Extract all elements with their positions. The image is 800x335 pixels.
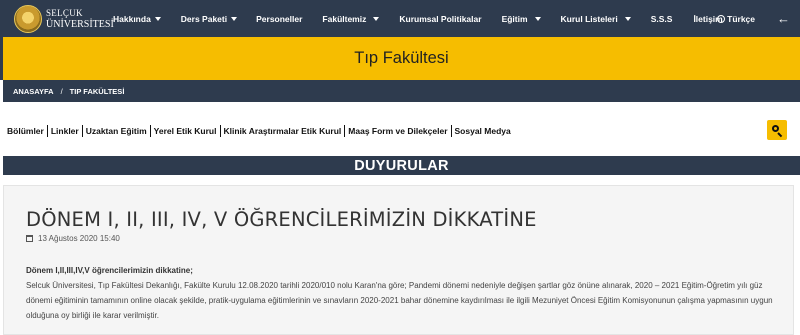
announcement-text: Selcuk Üniversitesi, Tıp Fakültesi Dekan… (26, 281, 773, 320)
quick-link-linkler[interactable]: Linkler (51, 126, 79, 136)
link-divider (219, 125, 221, 137)
search-icon (771, 124, 783, 137)
caret-down-icon (231, 16, 238, 21)
breadcrumb-current: TIP FAKÜLTESİ (69, 86, 125, 96)
link-divider (344, 125, 346, 137)
announcement-date-text: 13 Ağustos 2020 15:40 (38, 234, 120, 243)
caret-down-icon (624, 16, 631, 21)
nav-item-sss[interactable]: S.S.S (651, 0, 673, 37)
announcement-body: Dönem I,II,III,IV,V öğrencilerimizin dik… (26, 263, 778, 323)
link-divider (81, 125, 83, 137)
language-switch[interactable]: Türkçe (717, 14, 755, 24)
breadcrumb-home[interactable]: ANASAYFA (13, 87, 54, 96)
nav-item-hakkinda[interactable]: Hakkında (113, 0, 161, 37)
back-arrow-icon[interactable]: ← (777, 11, 790, 26)
link-divider (46, 125, 48, 137)
nav-item-label: Fakültemiz (322, 13, 367, 24)
caret-down-icon (154, 16, 161, 21)
top-navbar: SELÇUK ÜNİVERSİTESİ Hakkında Ders Paketi… (0, 0, 800, 37)
logo-line-1: SELÇUK (46, 7, 83, 18)
quick-link-klinik-arastirmalar[interactable]: Klinik Araştırmalar Etik Kurul (224, 126, 342, 136)
breadcrumb: ANASAYFA / TIP FAKÜLTESİ (3, 80, 800, 102)
nav-item-kurumsal-politikalar[interactable]: Kurumsal Politikalar (399, 0, 481, 37)
announcement-card: DÖNEM I, II, III, IV, V ÖĞRENCİLERİMİZİN… (3, 185, 794, 335)
page-header: Tıp Fakültesi (0, 37, 800, 80)
globe-icon (717, 14, 726, 23)
nav-item-label: Kurul Listeleri (560, 13, 618, 24)
university-logo[interactable]: SELÇUK ÜNİVERSİTESİ (0, 0, 114, 37)
nav-item-label: Personeller (256, 13, 303, 24)
language-label: Türkçe (727, 13, 755, 24)
nav-item-label: Eğitim (501, 13, 528, 24)
link-divider (450, 125, 452, 137)
announcement-lead: Dönem I,II,III,IV,V öğrencilerimizin dik… (26, 266, 193, 275)
announcement-date: 13 Ağustos 2020 15:40 (26, 234, 120, 243)
nav-item-label: Kurumsal Politikalar (399, 13, 482, 24)
page-title: Tıp Fakültesi (354, 49, 449, 67)
nav-item-ders-paketi[interactable]: Ders Paketi (180, 0, 238, 37)
nav-item-fakultemiz[interactable]: Fakültemiz (322, 0, 380, 37)
nav-item-kurul-listeleri[interactable]: Kurul Listeleri (561, 0, 631, 37)
calendar-icon (26, 235, 33, 242)
quick-link-bolumler[interactable]: Bölümler (7, 126, 44, 136)
quick-link-maas-form[interactable]: Maaş Form ve Dilekçeler (348, 126, 447, 136)
logo-line-2: ÜNİVERSİTESİ (46, 18, 114, 30)
nav-item-egitim[interactable]: Eğitim (502, 0, 541, 37)
quick-links-bar: Bölümler Linkler Uzaktan Eğitim Yerel Et… (0, 120, 800, 142)
logo-wordmark: SELÇUK ÜNİVERSİTESİ (46, 8, 114, 30)
main-menu: Hakkında Ders Paketi Personeller Fakülte… (108, 0, 723, 37)
quick-link-sosyal-medya[interactable]: Sosyal Medya (455, 126, 511, 136)
announcement-title[interactable]: DÖNEM I, II, III, IV, V ÖĞRENCİLERİMİZİN… (26, 208, 537, 231)
nav-item-label: S.S.S (650, 13, 673, 24)
section-title: DUYURULAR (354, 157, 449, 174)
caret-down-icon (373, 16, 380, 21)
nav-item-label: Ders Paketi (180, 13, 228, 24)
nav-item-personeller[interactable]: Personeller (256, 0, 302, 37)
navbar-right: Türkçe ← (717, 0, 800, 37)
link-divider (149, 125, 151, 137)
quick-link-uzaktan-egitim[interactable]: Uzaktan Eğitim (86, 126, 147, 136)
nav-item-label: Hakkında (113, 13, 151, 24)
university-seal-icon (14, 4, 42, 33)
caret-down-icon (534, 16, 541, 21)
announcements-header: DUYURULAR (3, 156, 800, 175)
breadcrumb-separator: / (60, 86, 63, 96)
search-button[interactable] (767, 120, 787, 140)
quick-link-yerel-etik-kurul[interactable]: Yerel Etik Kurul (154, 126, 217, 136)
